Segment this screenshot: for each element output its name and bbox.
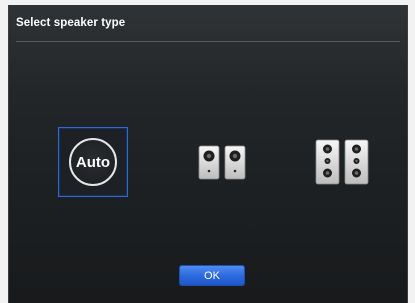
speaker-type-dialog: Select speaker type Auto OK: [8, 5, 408, 303]
auto-icon: Auto: [69, 138, 117, 186]
dialog-title: Select speaker type: [16, 17, 126, 29]
speaker-option-4-speakers[interactable]: [307, 127, 377, 197]
speaker-option-auto[interactable]: Auto: [58, 127, 128, 197]
two-speaker-icon: [198, 145, 246, 180]
title-divider: [16, 41, 400, 42]
four-speaker-icon: [315, 139, 369, 185]
auto-label: Auto: [75, 153, 111, 171]
ok-button[interactable]: OK: [179, 265, 245, 286]
speaker-option-2-speakers[interactable]: [187, 127, 257, 197]
